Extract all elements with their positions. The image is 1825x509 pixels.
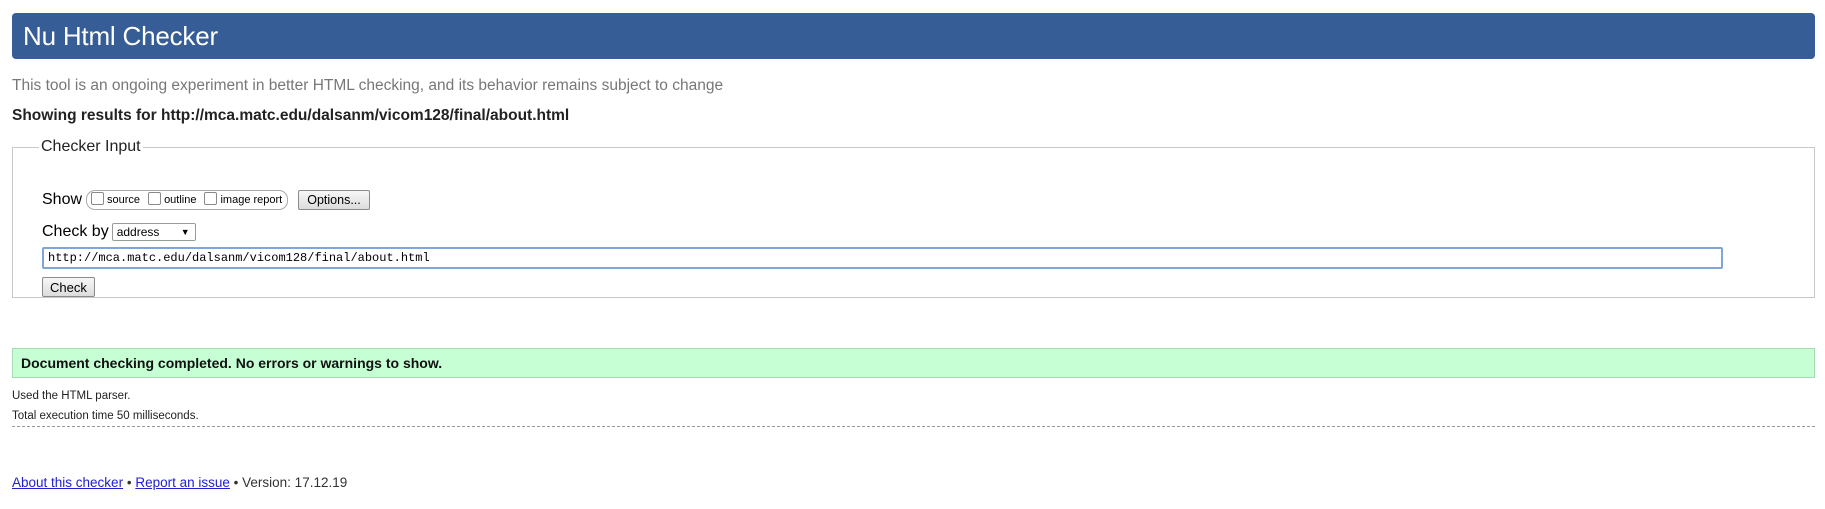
image-report-checkbox[interactable] xyxy=(204,191,218,205)
checker-input-legend: Checker Input xyxy=(41,138,141,155)
tagline: This tool is an ongoing experiment in be… xyxy=(12,77,724,94)
results-for-heading: Showing results for http://mca.matc.edu/… xyxy=(12,107,570,124)
about-checker-link[interactable]: About this checker xyxy=(12,475,123,490)
footer: About this checker • Report an issue • V… xyxy=(12,475,347,490)
version-text: Version: 17.12.19 xyxy=(242,475,348,490)
image-report-checkbox-label: image report xyxy=(220,194,283,206)
footer-separator-2: • xyxy=(233,475,239,490)
show-label: Show xyxy=(42,191,83,208)
check-by-selected-value: address xyxy=(116,225,160,239)
header-banner: Nu Html Checker xyxy=(12,13,1815,59)
show-row: Show source outline image report Options… xyxy=(42,190,370,210)
url-input[interactable]: http://mca.matc.edu/dalsanm/vicom128/fin… xyxy=(42,247,1723,269)
outline-checkbox-label: outline xyxy=(164,194,197,206)
source-checkbox[interactable] xyxy=(91,191,105,205)
result-details: Used the HTML parser. Total execution ti… xyxy=(12,386,199,426)
show-image-report-option[interactable]: image report xyxy=(204,191,283,207)
check-button[interactable]: Check xyxy=(42,277,95,297)
checker-input-fieldset: Checker Input Show source outline image … xyxy=(12,138,1815,298)
execution-time-info: Total execution time 50 milliseconds. xyxy=(12,410,199,422)
source-checkbox-label: source xyxy=(107,194,141,206)
show-outline-option[interactable]: outline xyxy=(148,191,197,207)
outline-checkbox[interactable] xyxy=(148,191,162,205)
success-message: Document checking completed. No errors o… xyxy=(12,348,1815,378)
footer-separator-1: • xyxy=(126,475,132,490)
dropdown-arrow-icon: ▼ xyxy=(180,227,190,237)
parser-info: Used the HTML parser. xyxy=(12,390,131,402)
page-title: Nu Html Checker xyxy=(23,20,218,51)
report-issue-link[interactable]: Report an issue xyxy=(135,475,230,490)
check-by-row: Check by address ▼ xyxy=(42,223,196,241)
check-by-select[interactable]: address ▼ xyxy=(111,223,196,241)
options-button[interactable]: Options... xyxy=(298,190,370,210)
divider xyxy=(12,426,1815,427)
check-by-label: Check by xyxy=(42,223,109,240)
show-options-group: source outline image report xyxy=(86,190,289,210)
page: Nu Html Checker This tool is an ongoing … xyxy=(0,0,1825,509)
show-source-option[interactable]: source xyxy=(91,191,141,207)
